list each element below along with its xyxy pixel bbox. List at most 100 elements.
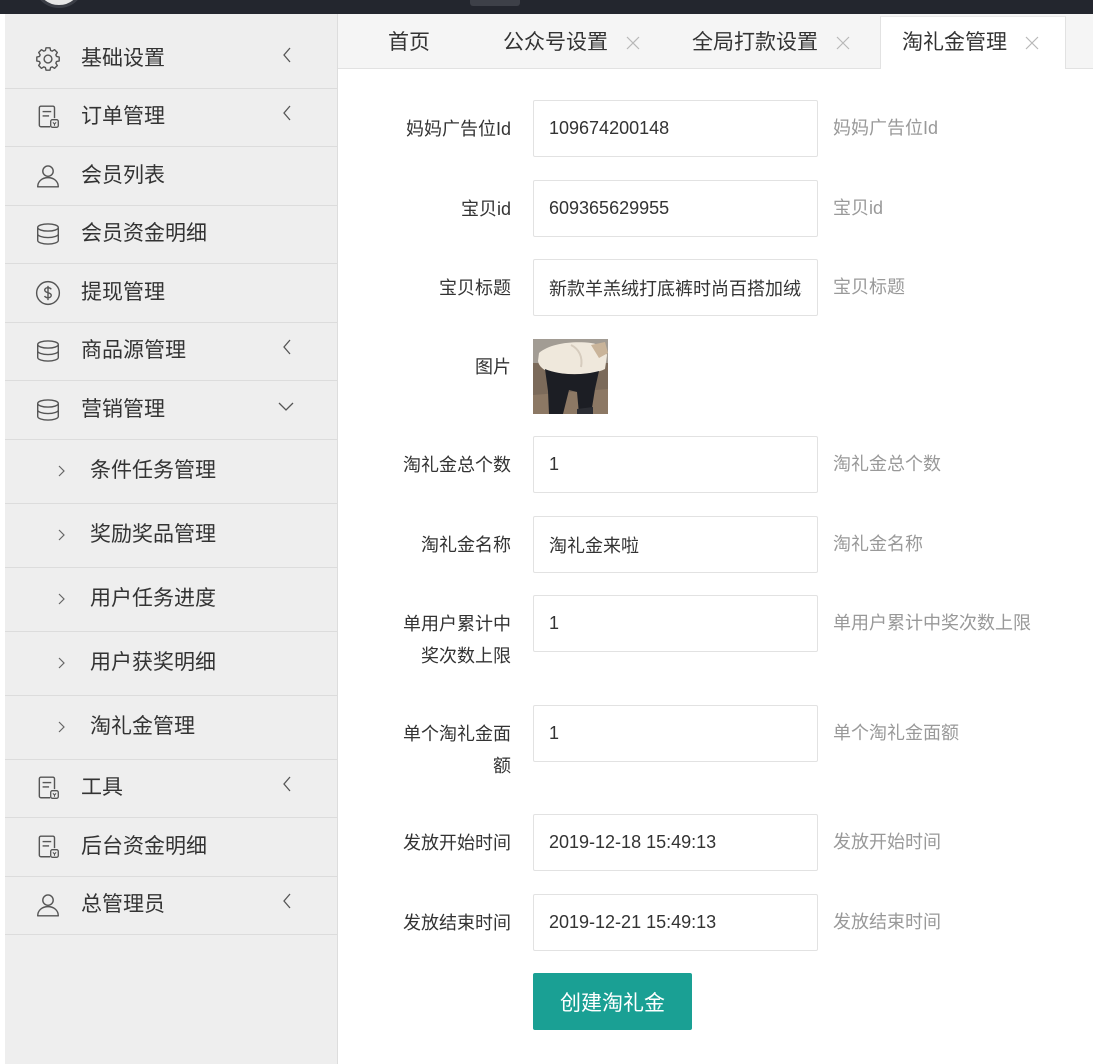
close-icon[interactable]: [626, 36, 640, 50]
form-row-start-time: 发放开始时间 发放开始时间: [338, 814, 1093, 871]
chevron-right-icon: [56, 592, 66, 606]
item-id-input[interactable]: [533, 180, 818, 237]
sidebar-item-basic-settings[interactable]: 基础设置: [5, 30, 337, 89]
form-row-end-time: 发放结束时间 发放结束时间: [338, 894, 1093, 951]
sidebar-item-backend-funds[interactable]: 后台资金明细: [5, 818, 337, 877]
field-label: 图片: [475, 357, 511, 377]
user-icon: [35, 892, 61, 918]
field-label: 发放开始时间: [403, 832, 511, 853]
adzone-id-input[interactable]: [533, 100, 818, 157]
tab-bar: 首页 公众号设置 全局打款设置 淘礼金管理: [338, 14, 1093, 69]
field-hint: 发放结束时间: [833, 912, 941, 932]
receipt-icon: [35, 834, 61, 860]
field-hint: 妈妈广告位Id: [833, 118, 939, 138]
database-icon: [35, 338, 61, 364]
tab-label: 首页: [388, 30, 430, 54]
sidebar-item-label: 会员资金明细: [81, 222, 207, 246]
form-row-image: 图片: [338, 339, 1093, 414]
close-icon[interactable]: [836, 36, 850, 50]
sidebar-item-withdrawal[interactable]: 提现管理: [5, 264, 337, 323]
field-label: 宝贝标题: [439, 277, 511, 298]
form-row-item-id: 宝贝id 宝贝id: [338, 180, 1093, 237]
taolijin-face-value-input[interactable]: [533, 705, 818, 762]
tab-home[interactable]: 首页: [366, 16, 466, 69]
form-row-item-title: 宝贝标题 宝贝标题: [338, 259, 1093, 316]
sidebar-subitem-label: 条件任务管理: [90, 459, 216, 482]
item-title-input[interactable]: [533, 259, 818, 316]
sidebar-subitem-label: 用户任务进度: [90, 587, 216, 610]
sidebar-item-label: 提现管理: [81, 280, 165, 304]
form-row-total-count: 淘礼金总个数 淘礼金总个数: [338, 436, 1093, 493]
tab-label: 淘礼金管理: [902, 31, 1007, 54]
field-label: 妈妈广告位Id: [405, 118, 511, 139]
sidebar-item-product-source[interactable]: 商品源管理: [5, 323, 337, 381]
sidebar-subitem-user-task-progress[interactable]: 用户任务进度: [5, 568, 337, 632]
per-user-win-limit-input[interactable]: [533, 595, 818, 652]
chevron-left-icon: [281, 46, 293, 64]
field-hint: 发放开始时间: [833, 832, 941, 852]
create-taolijin-button[interactable]: 创建淘礼金: [533, 973, 692, 1030]
sidebar-subitem-label: 用户获奖明细: [90, 651, 216, 674]
close-icon[interactable]: [1025, 36, 1039, 50]
field-hint: 单个淘礼金面额: [833, 723, 959, 743]
sidebar-item-super-admin[interactable]: 总管理员: [5, 877, 337, 935]
field-hint: 宝贝id: [833, 198, 884, 218]
tab-global-payment-settings[interactable]: 全局打款设置: [670, 16, 872, 69]
database-icon: [35, 221, 61, 247]
field-label: 发放结束时间: [403, 912, 511, 933]
main-content: 妈妈广告位Id 妈妈广告位Id 宝贝id 宝贝id 宝贝标题 宝贝标题 图片: [338, 69, 1093, 1064]
sidebar-subitem-reward-prizes[interactable]: 奖励奖品管理: [5, 504, 337, 568]
tab-wechat-settings[interactable]: 公众号设置: [481, 16, 669, 69]
chevron-right-icon: [56, 528, 66, 542]
field-label: 淘礼金名称: [421, 534, 511, 555]
sidebar-item-label: 后台资金明细: [81, 834, 207, 858]
chevron-down-icon: [277, 400, 295, 412]
field-label: 淘礼金总个数: [403, 454, 511, 475]
chevron-right-icon: [56, 656, 66, 670]
header-nav-item[interactable]: [470, 0, 520, 6]
sidebar-subitem-taolijin[interactable]: 淘礼金管理: [5, 696, 337, 760]
form-row-face-value: 单个淘礼金面额 单个淘礼金面额: [338, 705, 1093, 776]
sidebar-item-label: 营销管理: [81, 397, 165, 421]
sidebar-subitem-user-awards[interactable]: 用户获奖明细: [5, 632, 337, 696]
sidebar-item-member-funds[interactable]: 会员资金明细: [5, 206, 337, 264]
sidebar: 基础设置 订单管理 会员列表 会员资金明细 提现管理 商品源管理 营销管理 条件…: [5, 14, 338, 1064]
form-row-win-limit: 单用户累计中奖次数上限 单用户累计中奖次数上限: [338, 595, 1093, 666]
taolijin-name-input[interactable]: [533, 516, 818, 573]
chevron-left-icon: [281, 338, 293, 356]
end-time-input[interactable]: [533, 894, 818, 951]
dollar-circle-icon: [35, 280, 61, 306]
sidebar-item-marketing[interactable]: 营销管理: [5, 381, 337, 440]
sidebar-item-label: 总管理员: [81, 893, 165, 917]
sidebar-item-member-list[interactable]: 会员列表: [5, 147, 337, 206]
sidebar-item-label: 订单管理: [81, 105, 165, 129]
sidebar-item-label: 商品源管理: [81, 339, 186, 363]
receipt-icon: [35, 104, 61, 130]
chevron-left-icon: [281, 892, 293, 910]
field-label: 单用户累计中奖次数上限: [403, 613, 511, 666]
field-hint: 宝贝标题: [833, 277, 905, 297]
tab-label: 全局打款设置: [692, 30, 818, 54]
database-icon: [35, 397, 61, 423]
field-hint: 淘礼金总个数: [833, 454, 941, 474]
sidebar-subitem-label: 奖励奖品管理: [90, 523, 216, 546]
chevron-right-icon: [56, 720, 66, 734]
tab-label: 公众号设置: [503, 30, 608, 54]
logo-icon[interactable]: [33, 0, 85, 8]
sidebar-subitem-condition-tasks[interactable]: 条件任务管理: [5, 440, 337, 504]
start-time-input[interactable]: [533, 814, 818, 871]
sidebar-item-label: 工具: [81, 776, 123, 800]
sidebar-item-tools[interactable]: 工具: [5, 760, 337, 818]
field-hint: 单用户累计中奖次数上限: [833, 613, 1031, 633]
form-row-adzone-id: 妈妈广告位Id 妈妈广告位Id: [338, 100, 1093, 157]
taolijin-total-count-input[interactable]: [533, 436, 818, 493]
gear-icon: [35, 46, 61, 72]
product-image: [533, 339, 608, 414]
sidebar-menu: 基础设置 订单管理 会员列表 会员资金明细 提现管理 商品源管理 营销管理 条件…: [5, 30, 337, 935]
field-label: 单个淘礼金面额: [403, 723, 511, 776]
tab-taolijin-management[interactable]: 淘礼金管理: [880, 16, 1066, 69]
field-label: 宝贝id: [460, 198, 511, 219]
sidebar-item-label: 会员列表: [81, 163, 165, 187]
sidebar-item-order-management[interactable]: 订单管理: [5, 89, 337, 147]
field-hint: 淘礼金名称: [833, 534, 923, 554]
